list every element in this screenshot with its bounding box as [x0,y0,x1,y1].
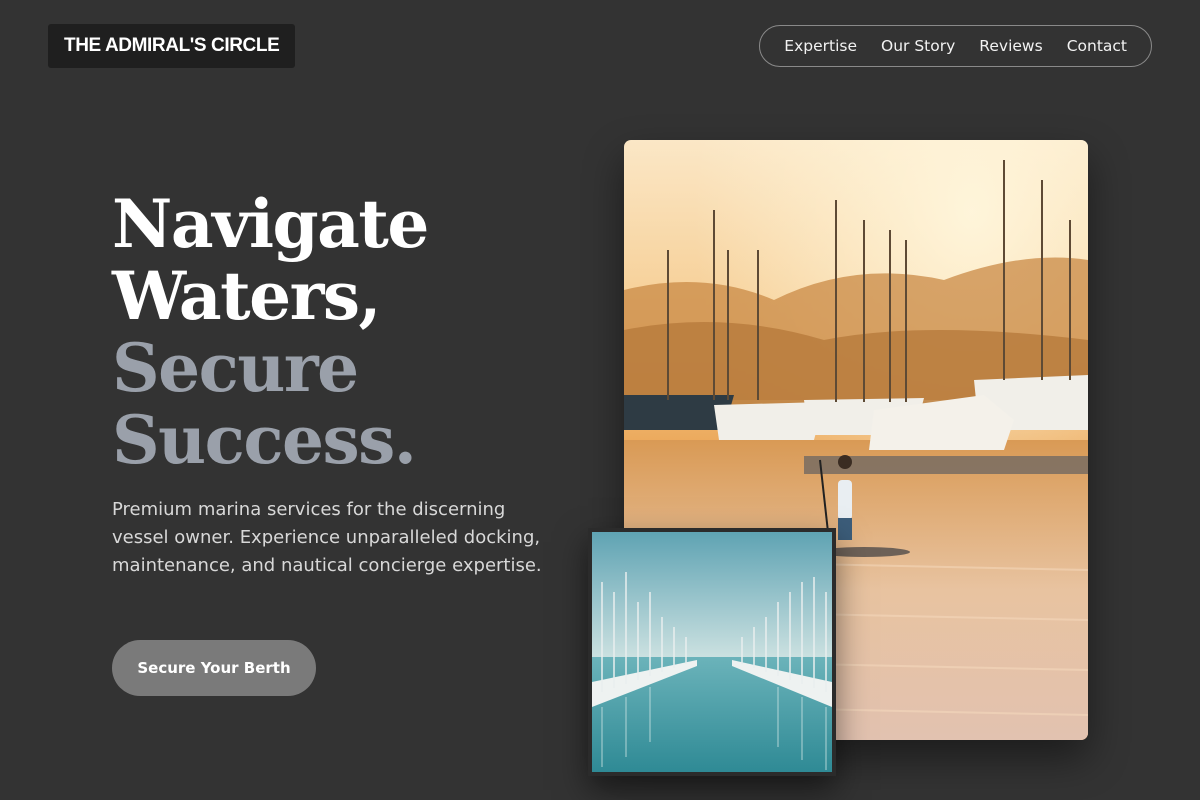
hero-description: Premium marina services for the discerni… [112,499,542,576]
nav-link-our-story[interactable]: Our Story [881,37,955,55]
hero-title: Navigate Waters, Secure Success. [112,185,429,479]
nav-link-reviews[interactable]: Reviews [979,37,1042,55]
secure-berth-button[interactable]: Secure Your Berth [112,640,316,696]
marina-aerial-image [588,528,836,776]
nav-link-contact[interactable]: Contact [1067,37,1127,55]
nav-link-expertise[interactable]: Expertise [784,37,857,55]
hero-title-line-accent: Secure [112,329,359,407]
marina-aerial-illustration [592,532,832,772]
hero-title-line: Navigate [112,185,429,263]
site-logo[interactable]: THE ADMIRAL'S CIRCLE [48,24,296,68]
hero-title-line: Waters, [112,257,382,335]
hero-title-line-accent: Success. [112,401,417,479]
main-nav: Expertise Our Story Reviews Contact [759,25,1152,67]
